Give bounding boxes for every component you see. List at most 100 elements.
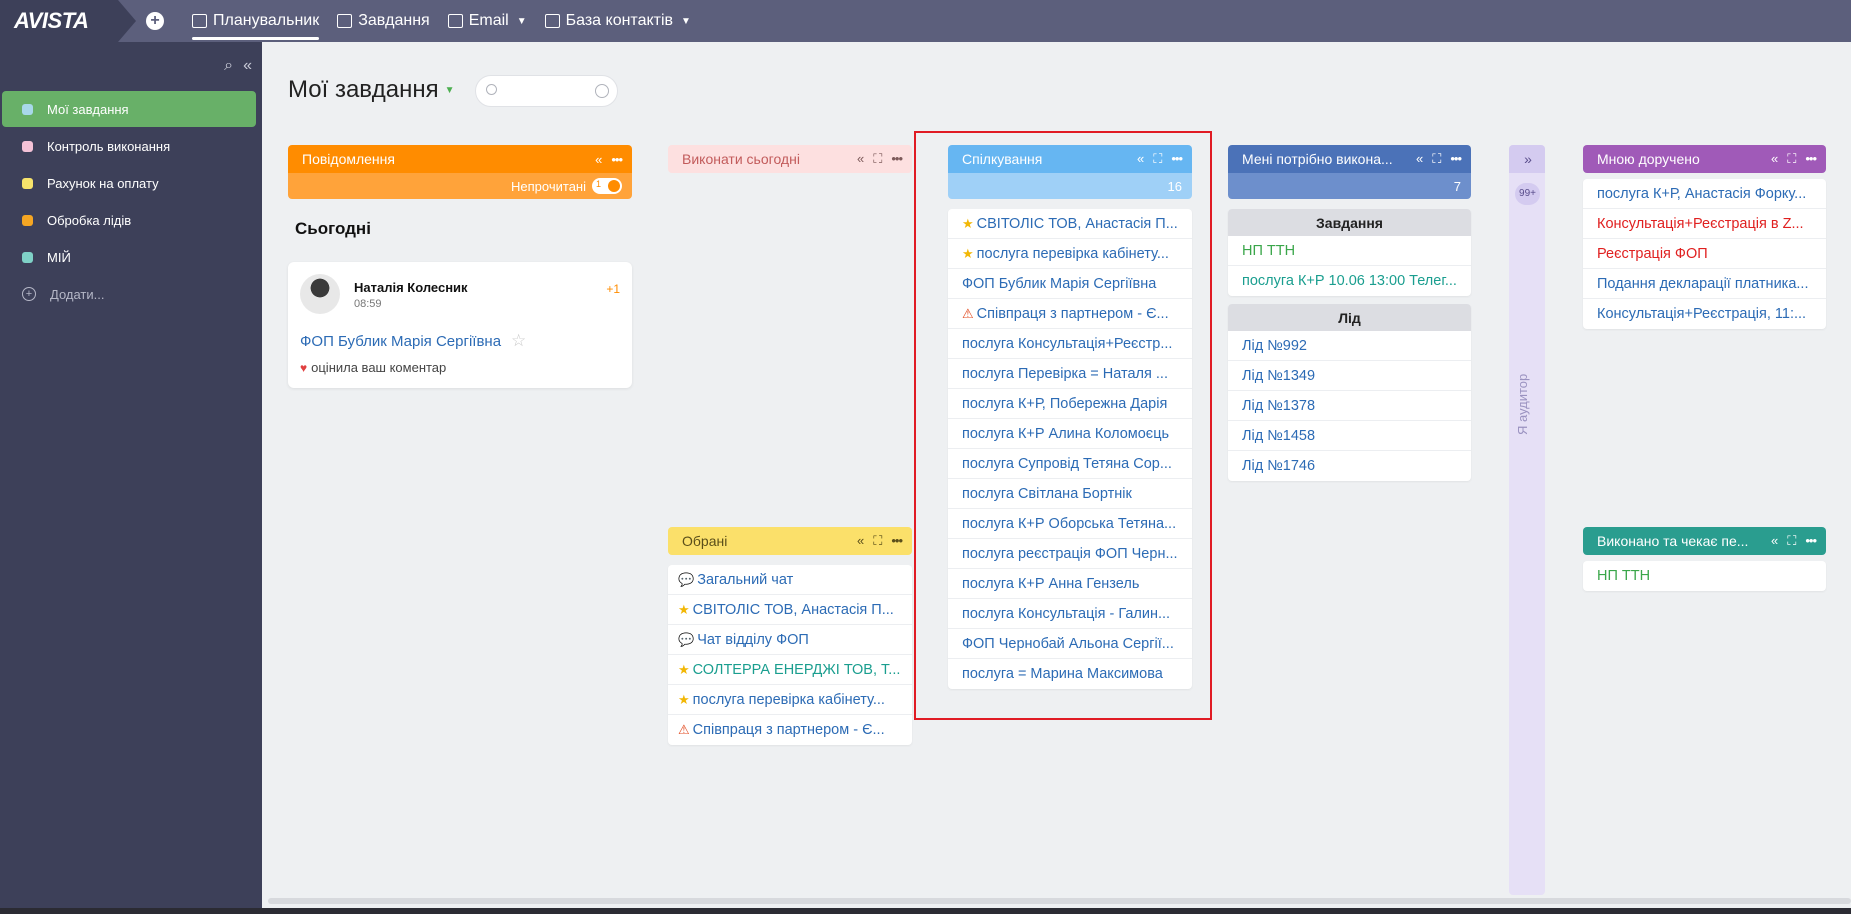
list-item[interactable]: Консультація+Реєстрація в Z...	[1583, 209, 1826, 239]
collapse-icon[interactable]: «	[857, 151, 864, 167]
sidebar-add-button[interactable]: + Додати...	[2, 276, 256, 312]
collapse-icon[interactable]: «	[1416, 151, 1423, 167]
list-item[interactable]: ★ послуга перевірка кабінету...	[668, 685, 912, 715]
list-item[interactable]: послуга К+Р Оборська Тетяна...	[948, 509, 1192, 539]
more-icon[interactable]: •••	[611, 152, 623, 167]
list-item[interactable]: послуга Консультація - Галин...	[948, 599, 1192, 629]
more-icon[interactable]: •••	[1171, 151, 1183, 167]
list-item[interactable]: послуга Світлана Бортнік	[948, 479, 1192, 509]
sidebar-item-2[interactable]: Рахунок на оплату	[2, 165, 256, 201]
list-item[interactable]: послуга К+Р, Анастасія Форку...	[1583, 179, 1826, 209]
list-item[interactable]: Реєстрація ФОП	[1583, 239, 1826, 269]
notification-card[interactable]: Наталія Колесник 08:59 +1 ФОП Бублик Мар…	[288, 262, 632, 388]
expand-icon[interactable]: ⛶	[873, 533, 882, 549]
done-waiting-list: НП ТТН	[1583, 561, 1826, 591]
collapse-icon[interactable]: «	[1771, 533, 1778, 549]
expand-icon[interactable]: ⛶	[1432, 151, 1441, 167]
chevron-down-icon[interactable]: ▼	[445, 85, 455, 96]
horizontal-scrollbar[interactable]	[268, 898, 1851, 904]
list-item-text: послуга перевірка кабінету...	[692, 691, 885, 708]
list-item[interactable]: Лід №1746	[1228, 451, 1471, 481]
done-waiting-title: Виконано та чекає пе...	[1597, 533, 1749, 549]
need-to-do-header[interactable]: Мені потрібно викона... « ⛶ •••	[1228, 145, 1471, 173]
collapse-icon[interactable]: «	[1137, 151, 1144, 167]
page-title[interactable]: Мої завдання ▼	[288, 76, 455, 104]
list-item[interactable]: 💬 Чат відділу ФОП	[668, 625, 912, 655]
collapse-icon[interactable]: «	[595, 152, 602, 167]
star-icon: ★	[962, 245, 974, 261]
list-item[interactable]: ⚠ Співпраця з партнером - Є...	[948, 299, 1192, 329]
nav-item-label: Завдання	[358, 12, 430, 29]
nav-item-2[interactable]: Email ▼	[447, 0, 527, 42]
group-header[interactable]: Завдання	[1228, 209, 1471, 236]
more-icon[interactable]: •••	[1450, 151, 1462, 167]
collapse-icon[interactable]: «	[1771, 151, 1778, 167]
sidebar-item-4[interactable]: МІЙ	[2, 239, 256, 275]
list-item[interactable]: послуга К+Р 10.06 13:00 Телег...	[1228, 266, 1471, 296]
more-icon[interactable]: •••	[891, 151, 903, 167]
list-item[interactable]: ⚠ Співпраця з партнером - Є...	[668, 715, 912, 745]
notification-link[interactable]: ФОП Бублик Марія Сергіївна	[300, 333, 501, 350]
assigned-header[interactable]: Мною доручено « ⛶ •••	[1583, 145, 1826, 173]
favorites-header[interactable]: Обрані « ⛶ •••	[668, 527, 912, 555]
list-item[interactable]: послуга = Марина Максимова	[948, 659, 1192, 689]
nav-item-1[interactable]: Завдання	[337, 0, 430, 42]
list-item[interactable]: послуга К+Р, Побережна Дарія	[948, 389, 1192, 419]
list-item[interactable]: ФОП Бублик Марія Сергіївна	[948, 269, 1192, 299]
list-item[interactable]: послуга К+Р Алина Коломоєць	[948, 419, 1192, 449]
add-icon[interactable]: +	[146, 12, 164, 30]
more-icon[interactable]: •••	[1805, 151, 1817, 167]
list-item-text: Лід №992	[1242, 337, 1307, 354]
star-icon[interactable]: ☆	[511, 331, 526, 351]
list-item[interactable]: послуга Консультація+Реєстр...	[948, 329, 1192, 359]
list-item[interactable]: Лід №1378	[1228, 391, 1471, 421]
sidebar-item-0[interactable]: Мої завдання	[2, 91, 256, 127]
list-item[interactable]: Лід №1349	[1228, 361, 1471, 391]
messages-header[interactable]: Повідомлення « •••	[288, 145, 632, 173]
list-item[interactable]: ★ СВІТОЛІС ТОВ, Анастасія П...	[668, 595, 912, 625]
list-item[interactable]: ★ СОЛТЕРРА ЕНЕРДЖІ ТОВ, Т...	[668, 655, 912, 685]
list-item[interactable]: НП ТТН	[1583, 561, 1826, 591]
done-waiting-header[interactable]: Виконано та чекає пе... « ⛶ •••	[1583, 527, 1826, 555]
expand-column-icon[interactable]: »	[1509, 145, 1545, 173]
nav-item-3[interactable]: База контактів ▼	[544, 0, 691, 42]
chat-icon: 💬	[678, 631, 695, 647]
sidebar-item-3[interactable]: Обробка лідів	[2, 202, 256, 238]
list-item[interactable]: Лід №1458	[1228, 421, 1471, 451]
list-item[interactable]: послуга Перевірка = Наталя ...	[948, 359, 1192, 389]
expand-icon[interactable]: ⛶	[873, 151, 882, 167]
list-item[interactable]: ★ послуга перевірка кабінету...	[948, 239, 1192, 269]
expand-icon[interactable]: ⛶	[1787, 151, 1796, 167]
list-item-text: Консультація+Реєстрація, 11:...	[1597, 306, 1807, 322]
expand-icon[interactable]: ⛶	[1787, 533, 1796, 549]
avista-logo[interactable]: AVISTA	[0, 0, 136, 42]
list-item[interactable]: послуга реєстрація ФОП Черн...	[948, 539, 1192, 569]
communication-header[interactable]: Спілкування « ⛶ •••	[948, 145, 1192, 173]
today-header[interactable]: Виконати сьогодні « ⛶ •••	[668, 145, 912, 173]
more-icon[interactable]: •••	[1805, 533, 1817, 549]
chat-icon: 💬	[678, 571, 695, 587]
list-item[interactable]: Консультація+Реєстрація, 11:...	[1583, 299, 1826, 329]
expand-icon[interactable]: ⛶	[1153, 151, 1162, 167]
nav-item-0[interactable]: Планувальник	[192, 0, 320, 42]
list-item[interactable]: ★ СВІТОЛІС ТОВ, Анастасія П...	[948, 209, 1192, 239]
unread-toggle[interactable]: 1	[592, 178, 622, 194]
list-item[interactable]: Лід №992	[1228, 331, 1471, 361]
group-header[interactable]: Лід	[1228, 304, 1471, 331]
list-item[interactable]: Подання декларації платника...	[1583, 269, 1826, 299]
filter-icon[interactable]	[595, 84, 609, 98]
search-input[interactable]	[475, 75, 618, 107]
list-item[interactable]: 💬 Загальний чат	[668, 565, 912, 595]
list-item[interactable]: послуга К+Р Анна Гензель	[948, 569, 1192, 599]
list-item-text: послуга перевірка кабінету...	[976, 245, 1169, 262]
sidebar-item-1[interactable]: Контроль виконання	[2, 128, 256, 164]
collapse-sidebar-icon[interactable]: «	[243, 57, 252, 75]
list-item[interactable]: ФОП Чернобай Альона Сергії...	[948, 629, 1192, 659]
more-icon[interactable]: •••	[891, 533, 903, 549]
collapse-icon[interactable]: «	[857, 533, 864, 549]
list-item[interactable]: послуга Супровід Тетяна Сор...	[948, 449, 1192, 479]
auditor-column-collapsed[interactable]: » 99+ Я аудитор	[1509, 145, 1545, 895]
list-item-text: Лід №1349	[1242, 367, 1316, 384]
list-item[interactable]: НП ТТН	[1228, 236, 1471, 266]
search-icon[interactable]: ⌕	[224, 57, 233, 75]
